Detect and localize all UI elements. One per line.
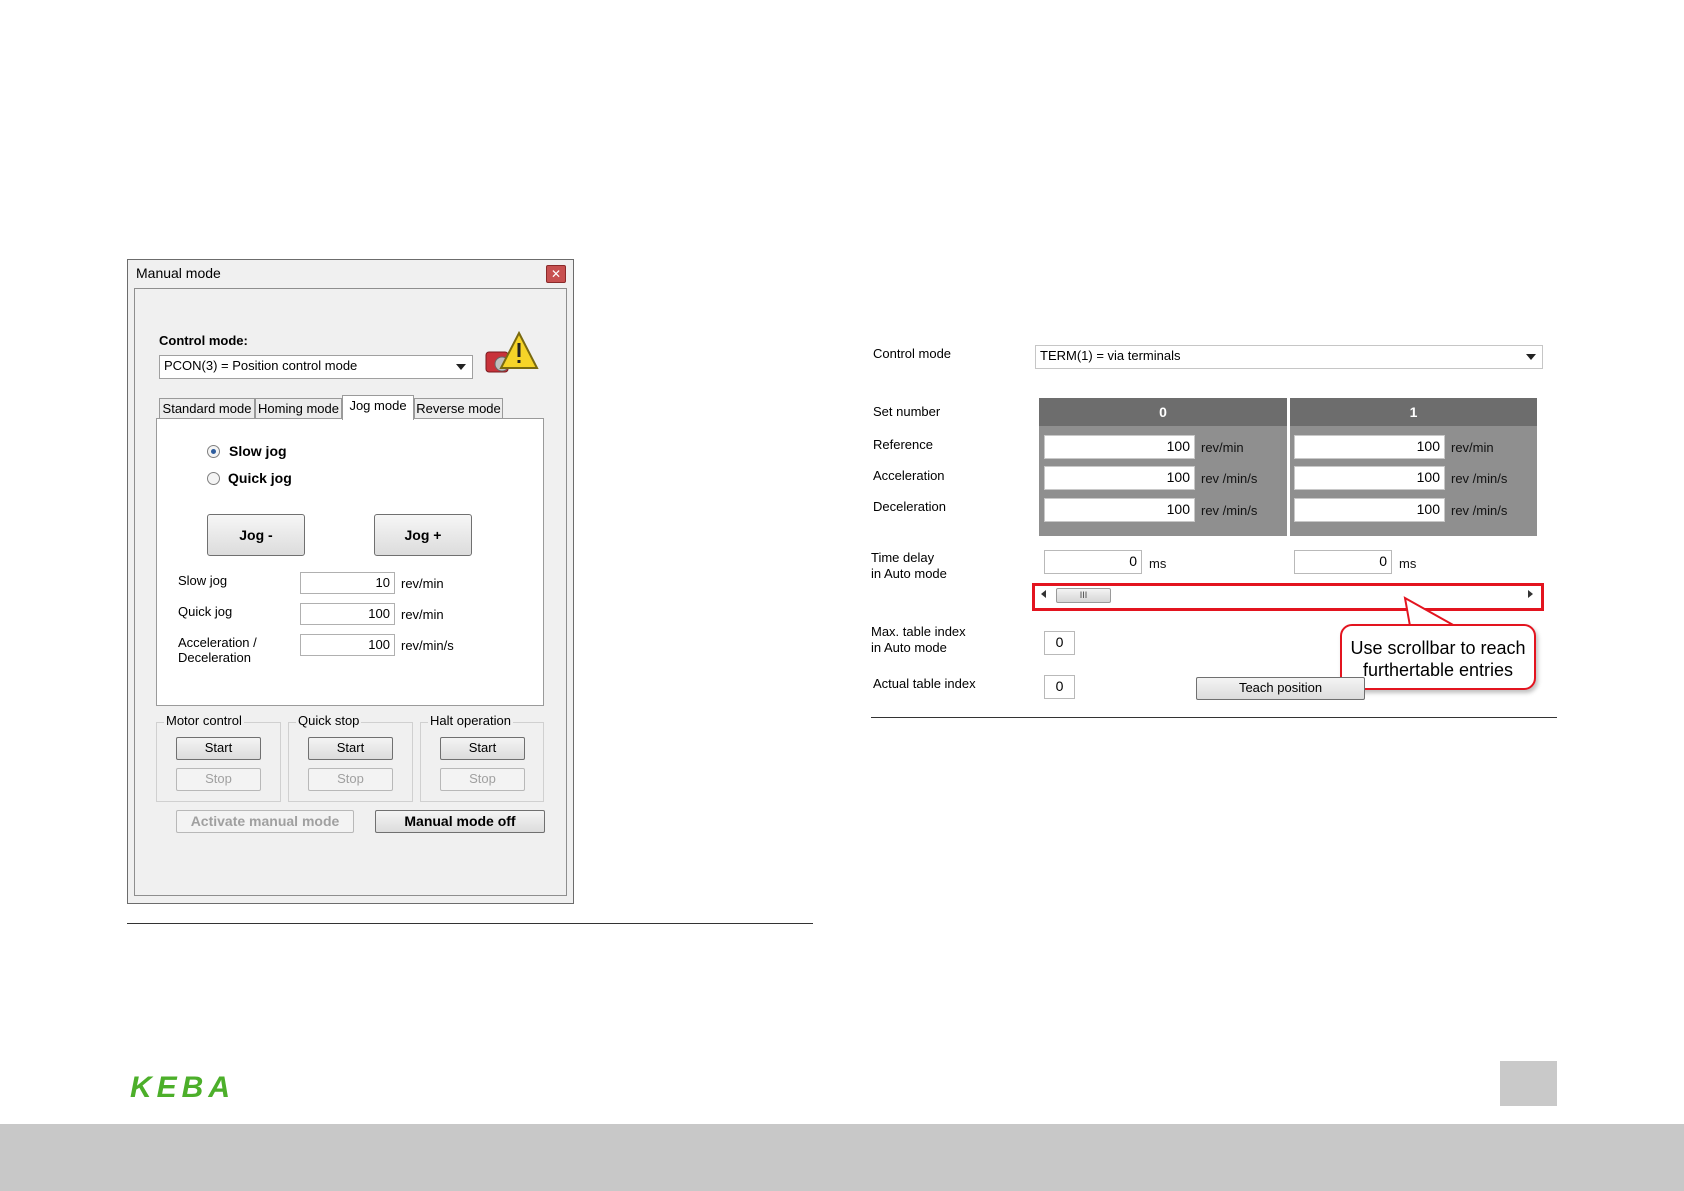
tab-jog-mode[interactable]: Jog mode xyxy=(342,395,414,420)
jog-plus-button[interactable]: Jog + xyxy=(374,514,472,556)
chevron-down-icon xyxy=(456,364,466,370)
set-0-deceleration-unit: rev /min/s xyxy=(1201,503,1258,518)
set-0-reference-unit: rev/min xyxy=(1201,440,1244,455)
quick-jog-param-label: Quick jog xyxy=(178,604,233,619)
quick-stop-stop-button[interactable]: Stop xyxy=(308,768,393,791)
manual-mode-off-button[interactable]: Manual mode off xyxy=(375,810,545,833)
motor-control-title: Motor control xyxy=(164,713,244,728)
logo-text: KEBA xyxy=(130,1073,235,1100)
set-1-header: 1 xyxy=(1290,398,1537,426)
set-1-deceleration-unit: rev /min/s xyxy=(1451,503,1508,518)
slow-jog-param-label: Slow jog xyxy=(178,573,228,588)
control-mode-value: PCON(3) = Position control mode xyxy=(164,358,358,373)
teach-position-button[interactable]: Teach position xyxy=(1196,677,1365,700)
quick-jog-input[interactable]: 100 xyxy=(300,603,395,625)
chevron-down-icon xyxy=(1526,354,1536,360)
close-button[interactable]: ✕ xyxy=(546,265,566,283)
set-0-header: 0 xyxy=(1039,398,1287,426)
control-mode-select-right[interactable]: TERM(1) = via terminals xyxy=(1035,345,1543,369)
slow-jog-radio[interactable] xyxy=(207,445,220,458)
deceleration-label: Deceleration xyxy=(178,650,251,665)
set-1-reference-unit: rev/min xyxy=(1451,440,1494,455)
set-1-deceleration-input[interactable]: 100 xyxy=(1294,498,1445,522)
halt-operation-title: Halt operation xyxy=(428,713,513,728)
set-0-deceleration-input[interactable]: 100 xyxy=(1044,498,1195,522)
halt-stop-button[interactable]: Stop xyxy=(440,768,525,791)
accel-decel-unit: rev/min/s xyxy=(401,638,454,653)
slow-jog-unit: rev/min xyxy=(401,576,444,591)
set-1-reference-input[interactable]: 100 xyxy=(1294,435,1445,459)
set-0-reference-input[interactable]: 100 xyxy=(1044,435,1195,459)
left-caption-rule xyxy=(127,923,813,924)
time-delay-label: Time delay xyxy=(871,550,935,565)
set-0-acceleration-input[interactable]: 100 xyxy=(1044,466,1195,490)
actual-table-index-input[interactable]: 0 xyxy=(1044,675,1075,699)
time-delay-label-2: in Auto mode xyxy=(871,566,947,581)
keba-logo: KEBA xyxy=(130,1073,235,1100)
dialog-title: Manual mode xyxy=(136,265,221,281)
scroll-left-icon[interactable] xyxy=(1041,590,1046,598)
motor-stop-button[interactable]: Stop xyxy=(176,768,261,791)
control-mode-label-right: Control mode xyxy=(873,346,952,361)
callout-line-1: Use scrollbar to reach xyxy=(1350,638,1526,658)
footer-bar xyxy=(0,1124,1684,1191)
quick-jog-radio[interactable] xyxy=(207,472,220,485)
set-0-acceleration-unit: rev /min/s xyxy=(1201,471,1258,486)
quick-stop-start-button[interactable]: Start xyxy=(308,737,393,760)
callout-line-2: furthertable entries xyxy=(1362,660,1514,680)
deceleration-row-label: Deceleration xyxy=(873,499,946,514)
slow-jog-input[interactable]: 10 xyxy=(300,572,395,594)
set-1-time-unit: ms xyxy=(1399,556,1417,571)
max-table-index-label-2: in Auto mode xyxy=(871,640,947,655)
actual-table-index-label: Actual table index xyxy=(873,676,976,691)
activate-manual-mode-button[interactable]: Activate manual mode xyxy=(176,810,354,833)
tab-reverse-mode[interactable]: Reverse mode xyxy=(414,398,503,419)
scroll-right-icon[interactable] xyxy=(1528,590,1533,598)
halt-start-button[interactable]: Start xyxy=(440,737,525,760)
control-mode-label: Control mode: xyxy=(159,333,248,348)
warning-icon xyxy=(485,330,539,373)
max-table-index-input[interactable]: 0 xyxy=(1044,631,1075,655)
accel-decel-input[interactable]: 100 xyxy=(300,634,395,656)
tab-standard-mode[interactable]: Standard mode xyxy=(159,398,255,419)
set-number-label: Set number xyxy=(873,404,941,419)
slow-jog-label: Slow jog xyxy=(229,443,287,459)
page-number-box xyxy=(1500,1061,1557,1106)
quick-stop-title: Quick stop xyxy=(296,713,362,728)
set-1-acceleration-unit: rev /min/s xyxy=(1451,471,1508,486)
set-1-time-delay-input[interactable]: 0 xyxy=(1294,550,1392,574)
set-0-time-unit: ms xyxy=(1149,556,1167,571)
tab-homing-mode[interactable]: Homing mode xyxy=(255,398,342,419)
quick-jog-label: Quick jog xyxy=(228,470,292,486)
acceleration-label: Acceleration / xyxy=(178,635,257,650)
acceleration-row-label: Acceleration xyxy=(873,468,945,483)
motor-start-button[interactable]: Start xyxy=(176,737,261,760)
jog-minus-button[interactable]: Jog - xyxy=(207,514,305,556)
control-mode-value-right: TERM(1) = via terminals xyxy=(1040,348,1181,363)
reference-label: Reference xyxy=(873,437,933,452)
quick-jog-unit: rev/min xyxy=(401,607,444,622)
right-caption-rule xyxy=(871,717,1557,718)
scrollbar-callout: Use scrollbar to reach furthertable entr… xyxy=(1340,624,1536,690)
control-mode-select[interactable]: PCON(3) = Position control mode xyxy=(159,355,473,379)
max-table-index-label: Max. table index xyxy=(871,624,966,639)
set-1-acceleration-input[interactable]: 100 xyxy=(1294,466,1445,490)
set-0-time-delay-input[interactable]: 0 xyxy=(1044,550,1142,574)
scroll-thumb[interactable]: III xyxy=(1056,588,1111,603)
